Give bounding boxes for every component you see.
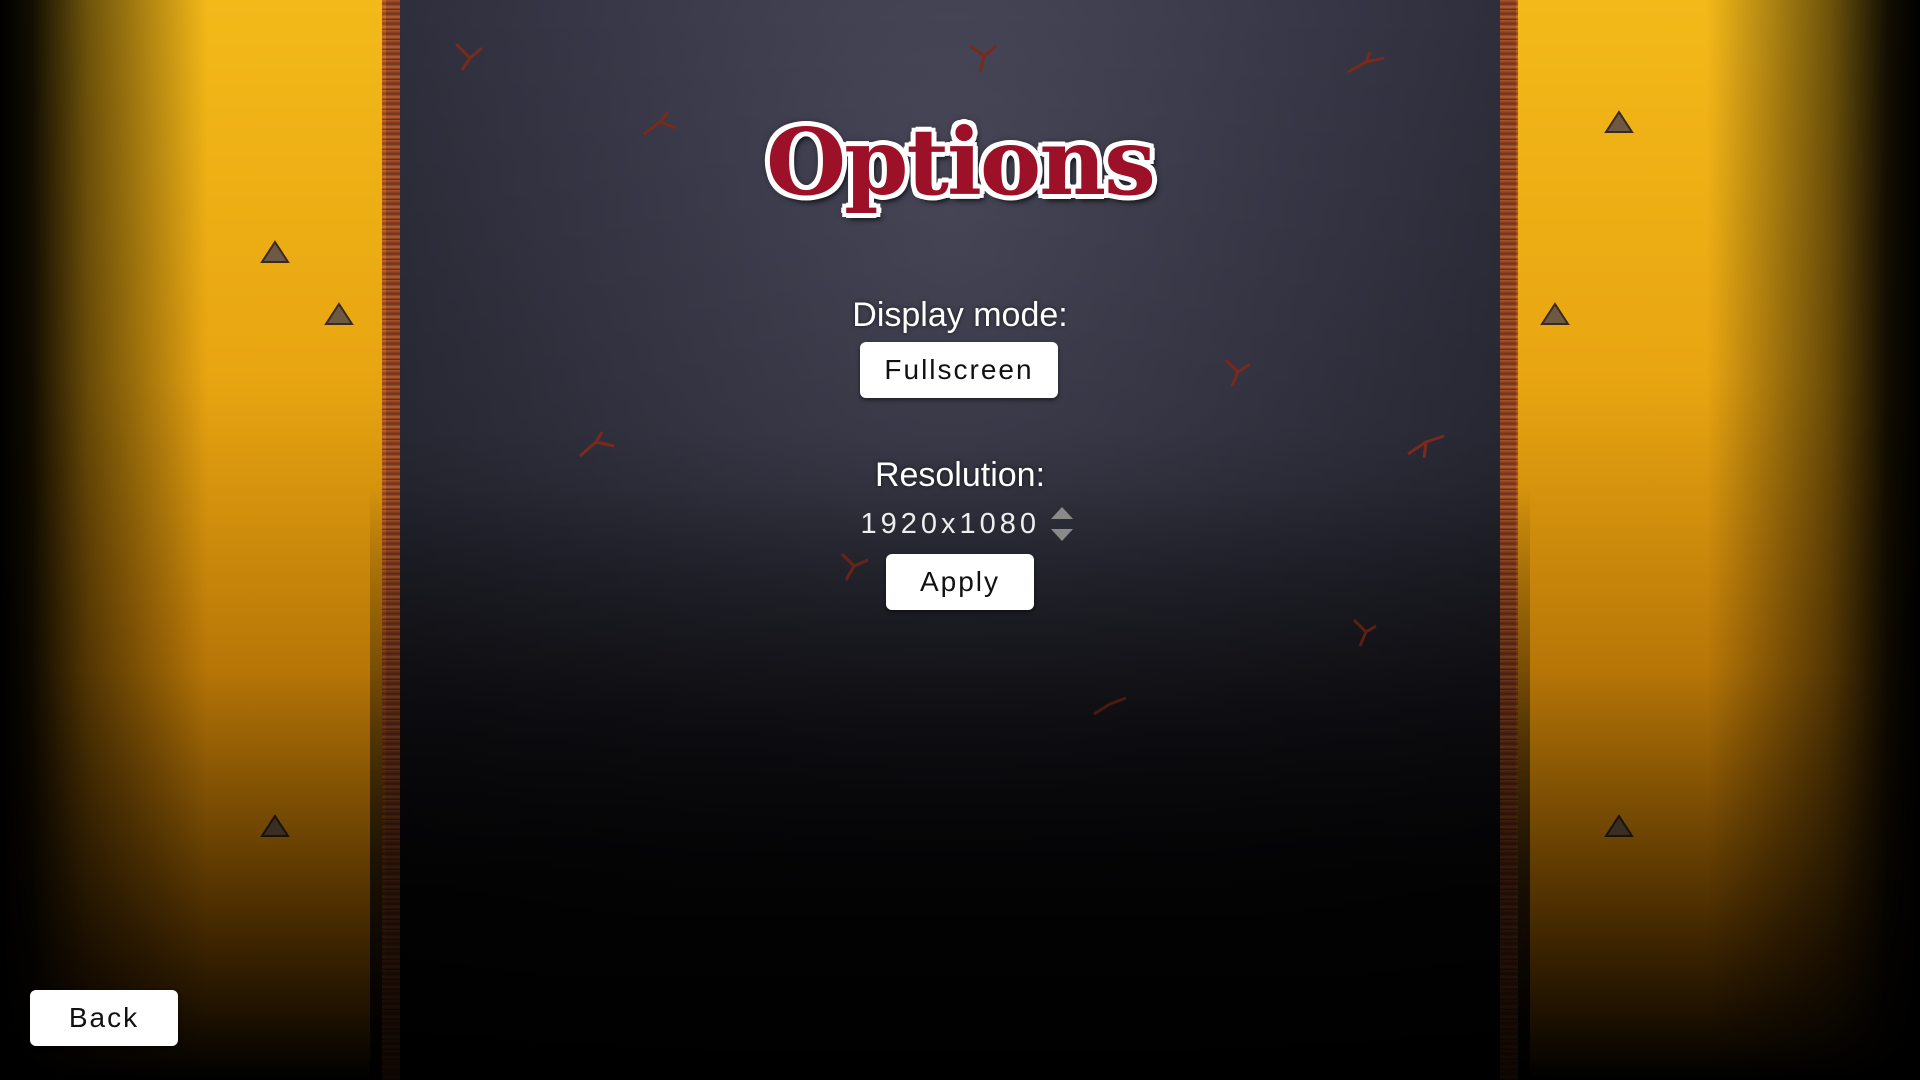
back-button[interactable]: Back: [30, 990, 178, 1046]
floor-crack-icon: [1093, 696, 1127, 716]
spike-icon: [260, 240, 290, 263]
resolution-value: 1920x1080: [860, 508, 1040, 540]
floor-crack-icon: [1352, 618, 1377, 647]
spike-icon: [1604, 814, 1634, 837]
back-button-label: Back: [68, 1002, 140, 1033]
spike-icon: [260, 814, 290, 837]
arrow-down-icon[interactable]: [1050, 528, 1074, 542]
display-mode-label: Display mode:: [852, 296, 1068, 334]
display-mode-value: Fullscreen: [884, 354, 1034, 385]
arrow-up-icon[interactable]: [1050, 506, 1074, 520]
resolution-stepper[interactable]: [1048, 506, 1076, 546]
display-mode-toggle-button[interactable]: Fullscreen: [860, 342, 1058, 398]
page-title: Options: [766, 108, 1156, 216]
floor-crack-icon: [1347, 51, 1385, 74]
floor-crack-icon: [840, 552, 869, 581]
resolution-label: Resolution:: [874, 456, 1046, 494]
options-screen: Options Display mode: Fullscreen Resolut…: [0, 0, 1920, 1080]
floor-crack-icon: [1224, 358, 1251, 387]
floor-crack-icon: [454, 42, 483, 71]
floor-crack-icon: [969, 44, 997, 73]
apply-button-label: Apply: [919, 566, 1001, 597]
apply-button[interactable]: Apply: [886, 554, 1034, 610]
